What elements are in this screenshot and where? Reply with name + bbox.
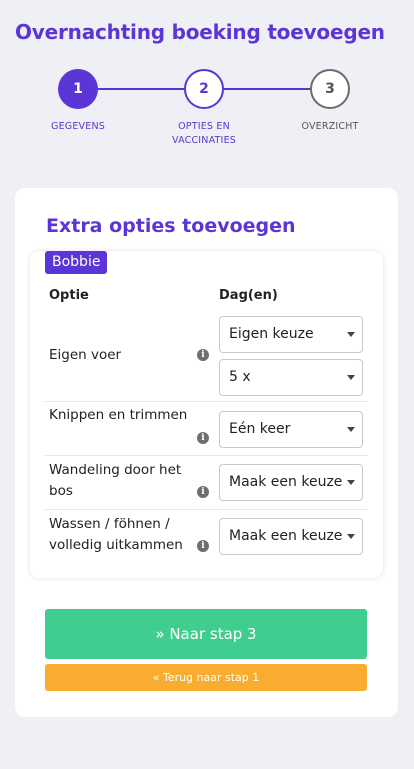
option-row-wassen: Wassen / föhnen / volledig uitkammen i M…: [45, 509, 368, 565]
column-header-days: Dag(en): [219, 288, 278, 303]
column-header-option: Optie: [49, 288, 89, 303]
caret-down-icon: [347, 332, 355, 337]
option-label: Wassen / föhnen / volledig uitkammen: [49, 516, 183, 553]
option-row-eigen-voer: Eigen voer i Eigen keuze 5 x: [45, 314, 368, 400]
select-value: Maak een keuze: [229, 528, 343, 544]
step-3-label: OVERZICHT: [301, 121, 359, 132]
caret-down-icon: [347, 375, 355, 380]
quantity-select[interactable]: 5 x: [219, 359, 363, 396]
caret-down-icon: [347, 480, 355, 485]
next-step-button[interactable]: » Naar stap 3: [45, 609, 367, 659]
step-1-label: GEGEVENS: [51, 121, 105, 132]
options-card: Extra opties toevoegen Bobbie Optie Dag(…: [15, 188, 398, 717]
option-label: Wandeling door het bos: [49, 462, 182, 499]
caret-down-icon: [347, 534, 355, 539]
caret-down-icon: [347, 427, 355, 432]
section-title: Extra opties toevoegen: [46, 215, 296, 237]
option-row-knippen: Knippen en trimmen i Eén keer: [45, 401, 368, 454]
info-icon[interactable]: i: [197, 540, 209, 552]
step-connector: [97, 88, 185, 90]
step-2-label: OPTIES EN VACCINATIES: [172, 121, 236, 146]
option-row-wandeling: Wandeling door het bos i Maak een keuze: [45, 455, 368, 508]
step-1-circle[interactable]: 1: [58, 69, 98, 109]
days-select[interactable]: Maak een keuze: [219, 518, 363, 555]
days-select[interactable]: Maak een keuze: [219, 464, 363, 501]
select-value: Maak een keuze: [229, 474, 343, 490]
select-value: 5 x: [229, 369, 251, 385]
info-icon[interactable]: i: [197, 349, 209, 361]
option-label: Knippen en trimmen: [49, 407, 188, 423]
step-2-circle[interactable]: 2: [184, 69, 224, 109]
page-title: Overnachting boeking toevoegen: [15, 20, 385, 44]
pet-options-panel: Bobbie Optie Dag(en) Eigen voer i Eigen …: [30, 251, 383, 578]
step-3-circle[interactable]: 3: [310, 69, 350, 109]
select-value: Eén keer: [229, 421, 291, 437]
stepper: 1 2 3 GEGEVENS OPTIES EN VACCINATIES OVE…: [0, 69, 414, 159]
pet-name-badge: Bobbie: [45, 251, 108, 274]
option-label: Eigen voer: [49, 347, 122, 363]
days-select[interactable]: Eén keer: [219, 411, 363, 448]
choice-select[interactable]: Eigen keuze: [219, 316, 363, 353]
info-icon[interactable]: i: [197, 486, 209, 498]
info-icon[interactable]: i: [197, 432, 209, 444]
select-value: Eigen keuze: [229, 326, 314, 342]
back-step-button[interactable]: « Terug naar stap 1: [45, 664, 367, 691]
step-connector: [223, 88, 312, 90]
